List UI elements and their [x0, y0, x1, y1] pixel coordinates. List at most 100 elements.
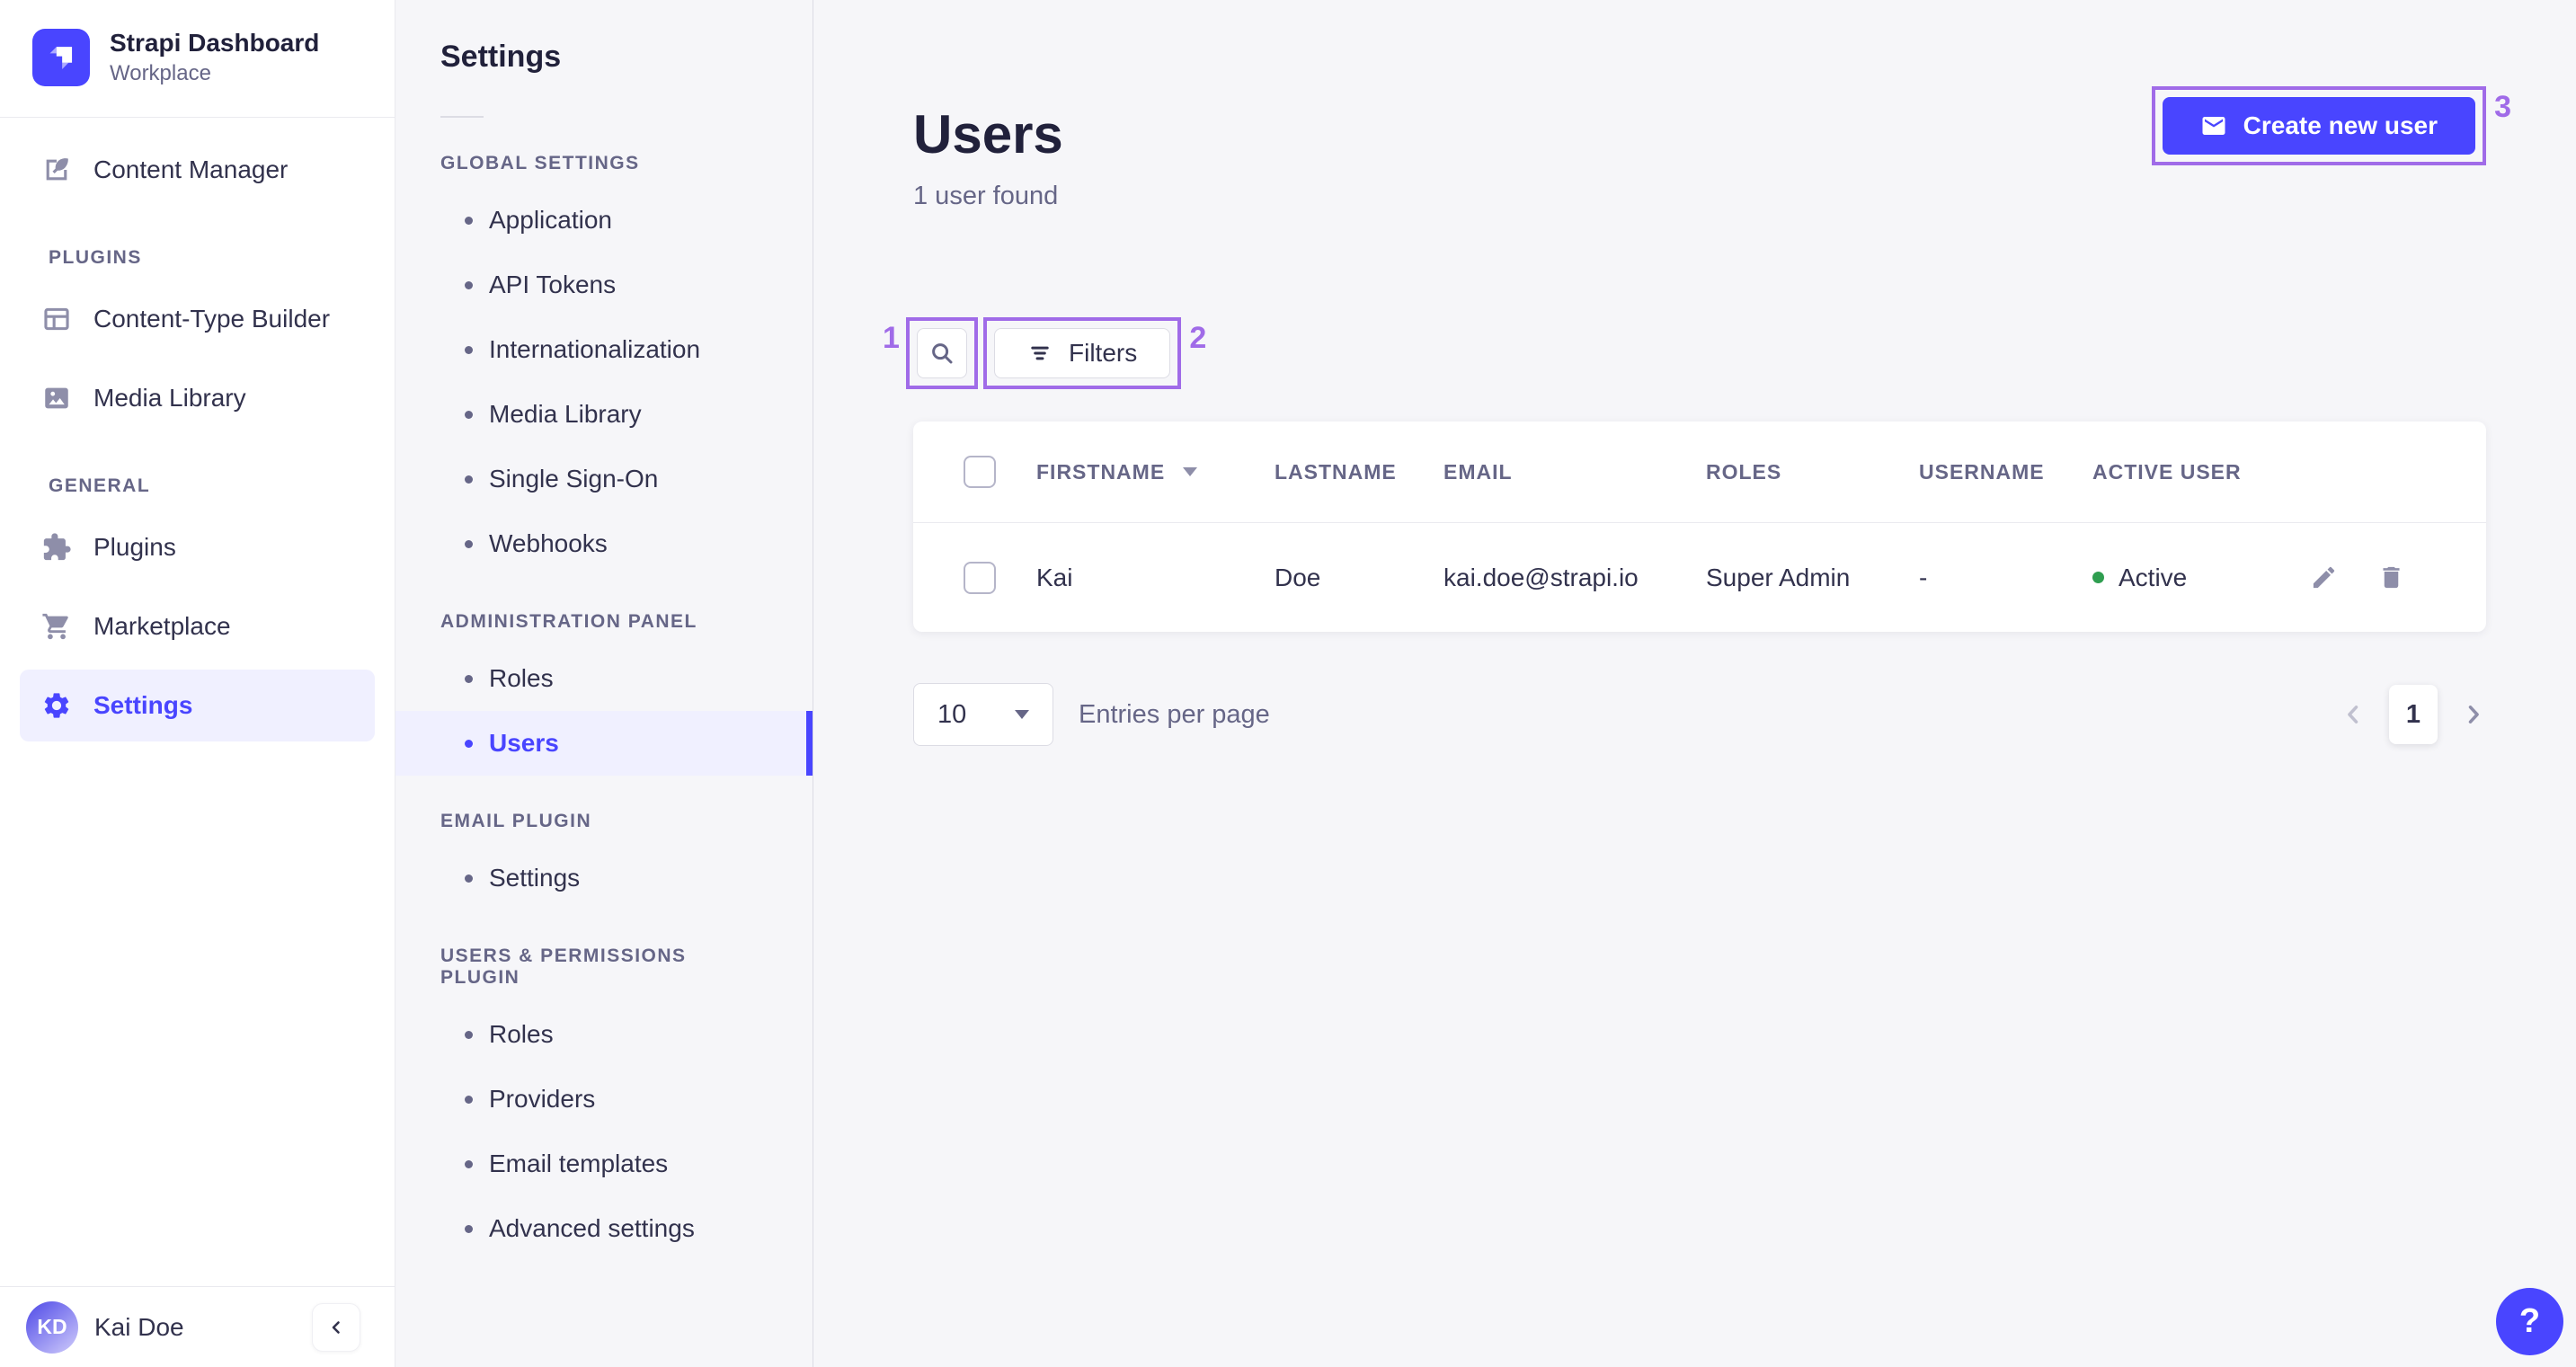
table-row[interactable]: Kai Doe kai.doe@strapi.io Super Admin - …: [913, 522, 2486, 632]
subnav-item-application[interactable]: Application: [395, 188, 813, 253]
subnav-item-label: Users: [489, 729, 559, 757]
bullet-icon: [465, 1095, 473, 1104]
subnav-item-up-roles[interactable]: Roles: [395, 1002, 813, 1067]
sort-caret-down-icon[interactable]: [1183, 467, 1198, 476]
sidebar-item-content-type-builder[interactable]: Content-Type Builder: [20, 283, 375, 355]
row-actions-cell: [2299, 564, 2486, 591]
active-indicator-bar: [806, 711, 813, 776]
sidebar-section-plugins: PLUGINS: [49, 247, 142, 269]
subnav-divider: [440, 116, 484, 118]
settings-subnav: Settings GLOBAL SETTINGS Application API…: [395, 0, 813, 1367]
subnav-section-label: GLOBAL SETTINGS: [440, 153, 640, 173]
bullet-icon: [465, 1030, 473, 1039]
bullet-icon: [465, 874, 473, 883]
filters-button[interactable]: Filters: [994, 328, 1171, 378]
subnav-item-providers[interactable]: Providers: [395, 1067, 813, 1132]
create-new-user-button[interactable]: Create new user: [2162, 97, 2475, 155]
sidebar-item-marketplace[interactable]: Marketplace: [20, 590, 375, 662]
subnav-item-label: Media Library: [489, 400, 642, 428]
subnav-item-admin-roles[interactable]: Roles: [395, 646, 813, 711]
subnav-item-media-library[interactable]: Media Library: [395, 382, 813, 447]
annotation-box-3: 3 Create new user: [2151, 86, 2511, 165]
page-size-select[interactable]: 10: [913, 683, 1053, 746]
app-title: Strapi Dashboard: [110, 29, 320, 57]
bullet-icon: [465, 1159, 473, 1168]
subnav-item-label: Application: [489, 206, 612, 234]
pager: 1: [2341, 685, 2486, 744]
layout-icon: [44, 308, 69, 331]
image-icon: [45, 387, 68, 409]
subnav-item-label: Roles: [489, 1020, 554, 1048]
subnav-item-label: Providers: [489, 1085, 596, 1113]
column-header-email[interactable]: EMAIL: [1443, 460, 1706, 484]
subnav-item-internationalization[interactable]: Internationalization: [395, 317, 813, 382]
previous-page-button[interactable]: [2341, 702, 2366, 727]
workplace-label: Workplace: [110, 61, 211, 86]
subnav-item-label: Advanced settings: [489, 1214, 695, 1242]
gear-icon: [44, 693, 69, 718]
column-header-roles[interactable]: ROLES: [1706, 460, 1919, 484]
subnav-item-email-settings[interactable]: Settings: [395, 846, 813, 910]
caret-down-icon: [1015, 710, 1029, 719]
page-title-block: Users 1 user found: [913, 86, 1063, 211]
subnav-item-admin-users[interactable]: Users: [395, 711, 813, 776]
row-checkbox-cell: [913, 561, 1036, 594]
sidebar-item-label: Content Manager: [93, 155, 289, 184]
strapi-logo-icon: [32, 29, 90, 87]
trash-icon: [2383, 566, 2400, 589]
subnav-item-single-sign-on[interactable]: Single Sign-On: [395, 447, 813, 511]
annotation-box-2: 2 Filters: [983, 317, 1206, 389]
pagination-row: 10 Entries per page 1: [913, 683, 2486, 746]
help-button[interactable]: ?: [2496, 1288, 2563, 1355]
subnav-item-label: API Tokens: [489, 271, 617, 298]
subnav-item-api-tokens[interactable]: API Tokens: [395, 253, 813, 317]
bullet-icon: [465, 280, 473, 289]
subnav-item-label: Email templates: [489, 1150, 669, 1177]
sidebar-item-label: Marketplace: [93, 612, 231, 641]
sidebar-item-media-library[interactable]: Media Library: [20, 362, 375, 434]
bullet-icon: [465, 345, 473, 354]
current-page-button[interactable]: 1: [2389, 685, 2438, 744]
subnav-item-label: Internationalization: [489, 335, 701, 363]
column-header-firstname[interactable]: FIRSTNAME: [1036, 460, 1275, 484]
brand-text: Strapi Dashboard Workplace: [110, 29, 319, 86]
chevron-left-icon: [2348, 706, 2358, 723]
bullet-icon: [465, 539, 473, 548]
strapi-logo-glyph: [49, 47, 73, 70]
sidebar-item-label: Media Library: [93, 384, 246, 413]
next-page-button[interactable]: [2461, 702, 2486, 727]
table-actions-row: 1 2 Filters: [883, 317, 2486, 389]
subnav-item-advanced-settings[interactable]: Advanced settings: [395, 1196, 813, 1261]
bullet-icon: [465, 674, 473, 683]
sidebar-item-label: Content-Type Builder: [93, 305, 331, 333]
filter-icon: [1031, 346, 1049, 360]
sidebar-item-label: Settings: [93, 691, 193, 720]
sidebar-item-content-manager[interactable]: Content Manager: [20, 134, 375, 206]
bullet-icon: [465, 216, 473, 225]
subnav-item-webhooks[interactable]: Webhooks: [395, 511, 813, 576]
collapse-sidebar-button[interactable]: [312, 1302, 360, 1352]
sidebar-item-plugins[interactable]: Plugins: [20, 511, 375, 583]
edit-user-button[interactable]: [2310, 564, 2338, 591]
delete-user-button[interactable]: [2377, 564, 2405, 591]
cell-roles: Super Admin: [1706, 563, 1851, 591]
avatar: KD: [26, 1300, 78, 1354]
cell-lastname: Doe: [1275, 563, 1321, 591]
envelope-icon: [2202, 117, 2225, 135]
select-all-checkbox[interactable]: [964, 456, 996, 488]
subnav-item-label: Settings: [489, 864, 581, 892]
subnav-title: Settings: [440, 40, 562, 74]
column-header-active-user[interactable]: ACTIVE USER: [2092, 460, 2299, 484]
subnav-item-email-templates[interactable]: Email templates: [395, 1132, 813, 1196]
search-button[interactable]: [917, 328, 967, 378]
subnav-section-users-permissions: USERS & PERMISSIONS PLUGIN Roles Provide…: [395, 945, 813, 1261]
row-checkbox[interactable]: [964, 561, 996, 594]
column-header-lastname[interactable]: LASTNAME: [1275, 460, 1443, 484]
active-status-dot-icon: [2092, 572, 2104, 583]
cart-icon: [42, 614, 68, 640]
bullet-icon: [465, 475, 473, 484]
sidebar-item-settings[interactable]: Settings: [20, 670, 375, 742]
filters-label: Filters: [1069, 339, 1138, 367]
cell-active-user: Active: [2092, 564, 2299, 592]
column-header-username[interactable]: USERNAME: [1919, 460, 2092, 484]
